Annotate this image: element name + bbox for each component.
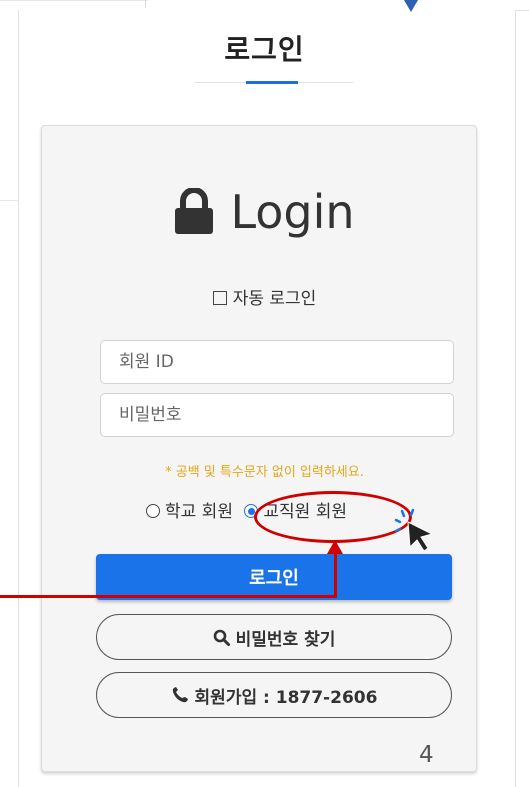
find-password-label: 비밀번호 찾기 [235, 629, 336, 650]
page-number: 4 [419, 742, 434, 768]
login-button[interactable]: 로그인 [96, 554, 452, 600]
password-input[interactable] [100, 393, 454, 437]
auto-login-checkbox[interactable]: 자동 로그인 [0, 284, 529, 309]
member-id-input[interactable] [100, 340, 454, 384]
annotation-highlight-ellipse [254, 491, 412, 543]
signup-label: 회원가입 : 1877-2606 [194, 687, 378, 708]
title-accent-bar [246, 81, 298, 84]
radio-icon[interactable] [146, 504, 160, 518]
signup-button[interactable]: 회원가입 : 1877-2606 [96, 672, 452, 718]
background-divider-top [0, 0, 148, 1]
phone-icon [172, 687, 188, 703]
login-heading-text: Login [230, 185, 355, 239]
checkbox-icon[interactable] [212, 291, 227, 305]
arrow-down-icon [404, 0, 418, 12]
input-notice: * 공백 및 특수문자 없이 입력하세요. [165, 465, 364, 480]
search-icon [213, 629, 230, 646]
annotation-arrow-shaft [334, 552, 337, 598]
login-heading: Login [0, 185, 529, 239]
lock-icon [174, 187, 214, 234]
annotation-arrow-line [0, 595, 336, 598]
page-title: 로그인 [224, 33, 305, 66]
radio-label-school-member: 학교 회원 [165, 502, 233, 522]
auto-login-label: 자동 로그인 [232, 289, 317, 309]
cursor-click-icon [394, 508, 434, 552]
find-password-button[interactable]: 비밀번호 찾기 [96, 614, 452, 660]
radio-school-member[interactable]: 학교 회원 [146, 497, 233, 522]
background-tick [145, 0, 146, 8]
